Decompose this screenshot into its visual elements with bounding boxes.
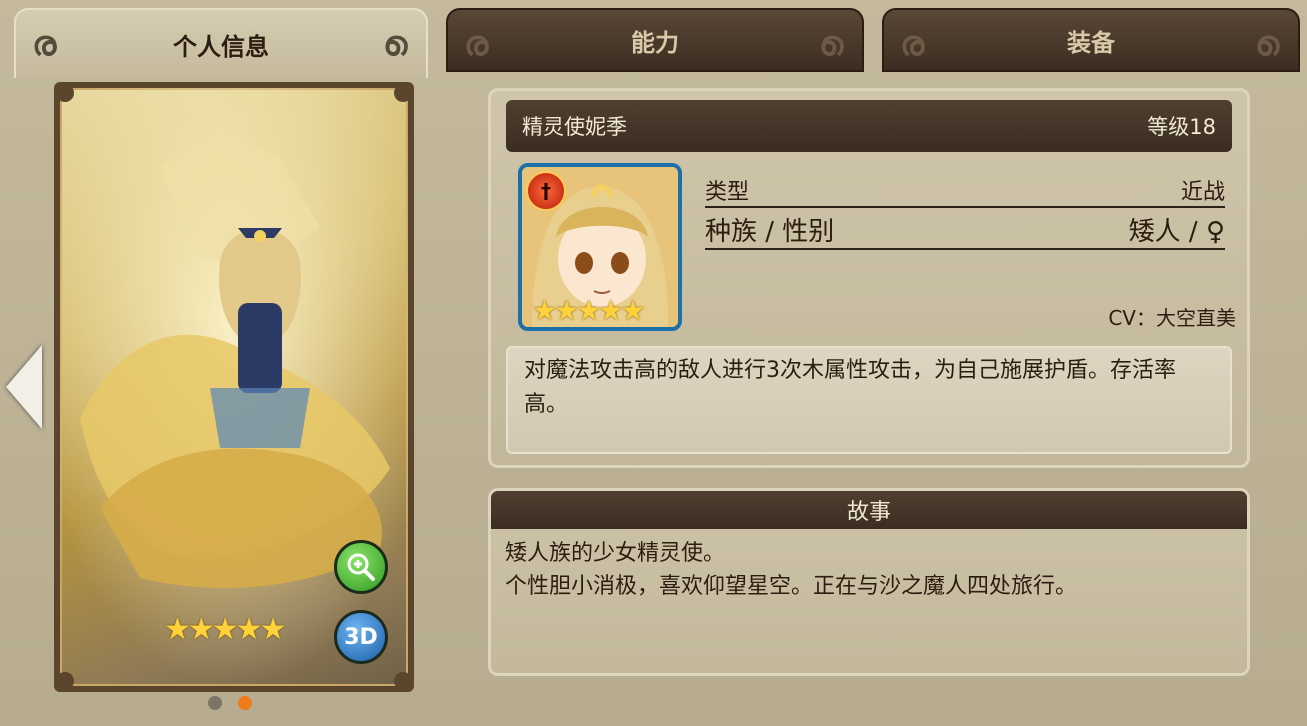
ornament-swirl-icon: ര — [900, 24, 925, 64]
portrait-rarity-stars: ★★★★★ — [532, 294, 646, 327]
divider — [705, 248, 1225, 250]
view-3d-button[interactable]: 3D — [334, 610, 388, 664]
frame-corner — [394, 88, 408, 102]
ornament-swirl-icon: ര — [32, 24, 57, 64]
character-detail-screen: ര 个人信息 ര ര 能力 ര ര 装备 ര ★★★★★ 3D 精灵使妮季 等级… — [0, 0, 1307, 726]
type-row: 类型 近战 — [705, 166, 1225, 208]
attribute-sword-icon: † — [526, 171, 566, 211]
tab-profile[interactable]: ര 个人信息 ര — [14, 8, 428, 78]
name-bar: 精灵使妮季 等级18 — [506, 100, 1232, 152]
character-name: 精灵使妮季 — [522, 115, 627, 139]
frame-corner — [60, 672, 74, 686]
zoom-in-icon — [347, 553, 375, 581]
tab-equipment[interactable]: ര 装备 ര — [882, 8, 1300, 72]
story-title: 故事 — [491, 491, 1247, 529]
ornament-swirl-icon: ര — [821, 24, 846, 64]
story-text: 矮人族的少女精灵使。 个性胆小消极，喜欢仰望星空。正在与沙之魔人四处旅行。 — [491, 529, 1247, 611]
tab-equipment-label: 装备 — [1067, 28, 1115, 57]
ornament-swirl-icon: ര — [1257, 24, 1282, 64]
story-panel: 故事 矮人族的少女精灵使。 个性胆小消极，喜欢仰望星空。正在与沙之魔人四处旅行。 — [488, 488, 1250, 676]
type-value: 近战 — [1180, 180, 1225, 205]
frame-corner — [60, 88, 74, 102]
tab-profile-label: 个人信息 — [173, 32, 269, 61]
card-rarity-stars: ★★★★★ — [164, 612, 286, 647]
character-card-art — [54, 82, 414, 692]
frame-corner — [394, 672, 408, 686]
ornament-swirl-icon: ര — [464, 24, 489, 64]
voice-actor: CV：大空直美 — [1108, 306, 1236, 330]
previous-character-arrow-icon[interactable] — [6, 345, 42, 429]
pager-dot-1[interactable] — [208, 696, 222, 710]
story-line-1: 矮人族的少女精灵使。 — [505, 541, 726, 566]
story-line-2: 个性胆小消极，喜欢仰望星空。正在与沙之魔人四处旅行。 — [505, 574, 1078, 599]
ornament-swirl-icon: ര — [385, 24, 410, 64]
pager-dot-2-active[interactable] — [238, 696, 252, 710]
character-level: 等级18 — [1147, 115, 1216, 139]
character-illustration — [60, 88, 408, 686]
tab-ability[interactable]: ര 能力 ര — [446, 8, 864, 72]
race-gender-label: 种族 / 性别 — [705, 217, 835, 247]
skill-description: 对魔法攻击高的敌人进行3次木属性攻击，为自己施展护盾。存活率高。 — [506, 346, 1232, 454]
tab-ability-label: 能力 — [631, 28, 679, 57]
zoom-in-button[interactable] — [334, 540, 388, 594]
character-portrait: † ★★★★★ — [518, 163, 682, 331]
race-gender-row: 种族 / 性别 矮人 / ♀ — [705, 208, 1225, 250]
race-gender-value: 矮人 / ♀ — [1128, 217, 1225, 247]
type-label: 类型 — [705, 180, 750, 205]
